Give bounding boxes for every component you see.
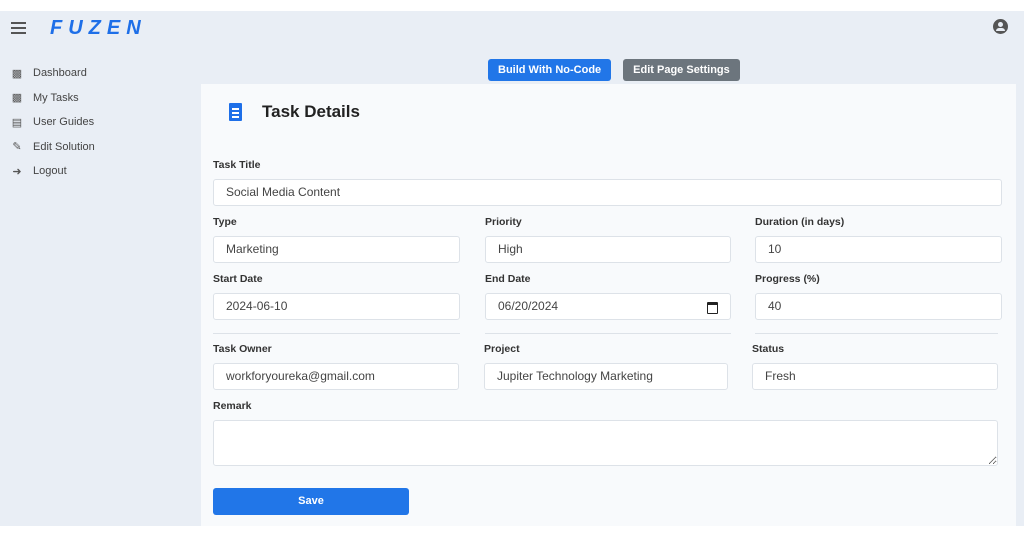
duration-input[interactable]: 10 [755,236,1002,263]
start-date-field: Start Date 2024-06-10 [213,273,460,320]
task-owner-input[interactable]: workforyoureka@gmail.com [213,363,459,390]
logo: FUZEN [50,17,147,39]
menu-icon[interactable] [11,22,26,34]
edit-page-settings-button[interactable]: Edit Page Settings [623,59,740,81]
status-field: Status Fresh [752,343,998,390]
sidebar-item-my-tasks[interactable]: ▩ My Tasks [0,86,190,111]
app-window: FUZEN ▩ Dashboard ▩ My Tasks ▤ User Guid… [0,11,1024,526]
card-header: Task Details [229,102,360,122]
task-details-card: Task Details Task Title Social Media Con… [201,84,1016,526]
puzzle-icon: ▩ [11,67,23,80]
remark-textarea[interactable] [213,420,998,466]
sidebar-item-label: User Guides [33,116,95,129]
duration-field: Duration (in days) 10 [755,216,1002,263]
start-date-label: Start Date [213,273,263,285]
end-date-label: End Date [485,273,531,285]
task-title-field: Task Title Social Media Content [213,159,1002,206]
duration-label: Duration (in days) [755,216,845,228]
puzzle-icon: ▩ [11,92,23,105]
project-label: Project [484,343,520,355]
sidebar-item-dashboard[interactable]: ▩ Dashboard [0,61,190,86]
end-date-field: End Date 06/20/2024 [485,273,731,320]
task-title-label: Task Title [213,159,261,171]
end-date-input[interactable]: 06/20/2024 [485,293,731,320]
save-button[interactable]: Save [213,488,409,515]
sidebar-item-label: Edit Solution [33,140,95,153]
sidebar-item-logout[interactable]: ➜ Logout [0,159,190,184]
progress-label: Progress (%) [755,273,820,285]
sidebar-item-edit-solution[interactable]: ✎ Edit Solution [0,135,190,160]
page-title: Task Details [262,102,360,121]
start-date-input[interactable]: 2024-06-10 [213,293,460,320]
priority-field: Priority High [485,216,731,263]
sidebar-item-user-guides[interactable]: ▤ User Guides [0,110,190,135]
type-field: Type Marketing [213,216,460,263]
type-input[interactable]: Marketing [213,236,460,263]
task-title-input[interactable]: Social Media Content [213,179,1002,206]
sidebar-item-label: Logout [33,165,67,178]
remark-field: Remark [213,400,998,471]
task-owner-label: Task Owner [213,343,272,355]
page-toolbar: Build With No-Code Edit Page Settings [488,59,740,81]
divider [755,333,998,334]
priority-input[interactable]: High [485,236,731,263]
divider [485,333,731,334]
progress-input[interactable]: 40 [755,293,1002,320]
build-no-code-button[interactable]: Build With No-Code [488,59,612,81]
sidebar-item-label: My Tasks [33,91,79,104]
progress-field: Progress (%) 40 [755,273,1002,320]
type-label: Type [213,216,237,228]
book-icon: ▤ [11,116,23,129]
task-owner-field: Task Owner workforyoureka@gmail.com [213,343,459,390]
project-input[interactable]: Jupiter Technology Marketing [484,363,728,390]
document-icon [229,103,242,121]
end-date-value: 06/20/2024 [498,299,559,313]
top-bar: FUZEN [0,11,1024,51]
status-input[interactable]: Fresh [752,363,998,390]
user-icon[interactable] [993,19,1008,34]
sidebar-item-label: Dashboard [33,67,87,80]
pencil-icon: ✎ [12,141,22,154]
divider [213,333,460,334]
project-field: Project Jupiter Technology Marketing [484,343,728,390]
priority-label: Priority [485,216,522,228]
status-label: Status [752,343,785,355]
sidebar: ▩ Dashboard ▩ My Tasks ▤ User Guides ✎ E… [0,61,190,184]
remark-label: Remark [213,400,252,412]
logout-icon: ➜ [12,165,22,178]
calendar-icon[interactable] [707,302,718,314]
